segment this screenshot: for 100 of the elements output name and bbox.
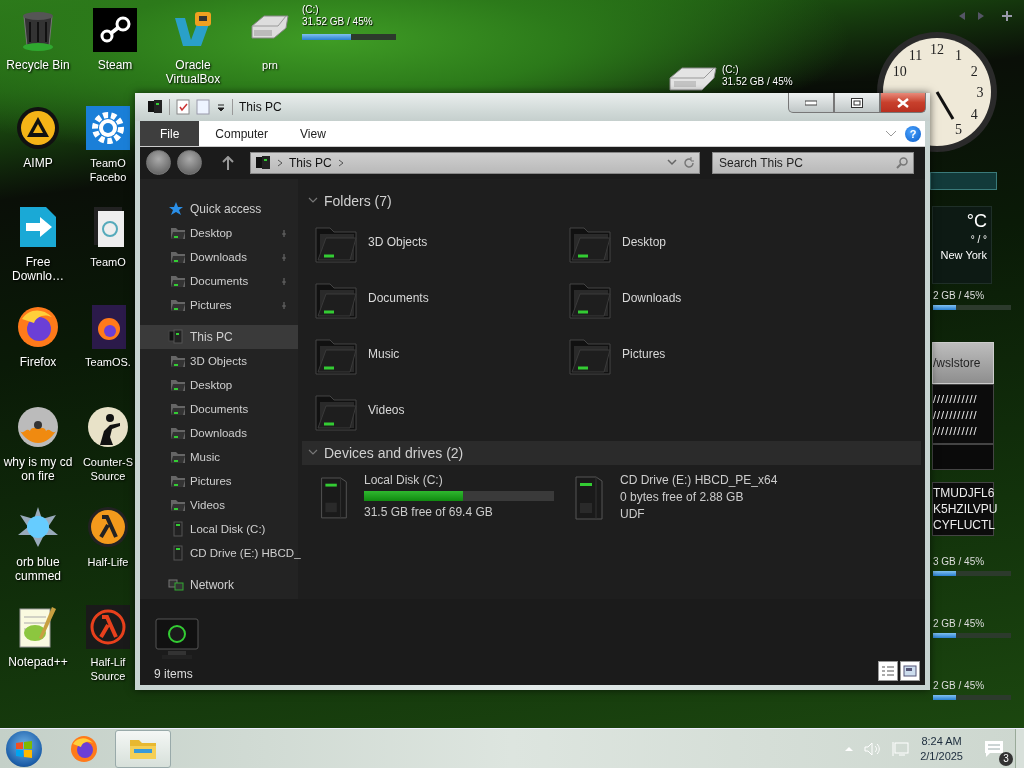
desktop-shortcut[interactable]: orb blue cummed: [0, 505, 76, 583]
maximize-button[interactable]: [834, 93, 880, 113]
drive-label: (C:): [722, 64, 740, 76]
clock-numeral: 5: [955, 122, 962, 138]
circle-logo-icon: [86, 505, 130, 549]
clock-numeral: 3: [976, 85, 984, 100]
chevron-down-icon: [885, 129, 897, 138]
clock-numeral: 12: [930, 42, 944, 57]
maximize-icon: [851, 97, 863, 108]
code-text: CYFLUCTL: [933, 517, 993, 533]
usage-text: 3 GB / 45%: [933, 556, 986, 567]
caret-up-icon: [844, 745, 855, 752]
thumbnail-view-icon: [903, 665, 917, 677]
fox-globe-icon: [16, 305, 60, 349]
folder-item[interactable]: Music: [314, 329, 554, 379]
network-icon: [168, 577, 184, 593]
tree-item[interactable]: 3D Objects: [140, 349, 298, 373]
desktop-shortcut[interactable]: Steam: [77, 8, 153, 72]
desktop-shortcut[interactable]: Free Downlo…: [0, 205, 76, 283]
tree-item[interactable]: Desktop: [140, 221, 298, 245]
caret-icon: [216, 102, 226, 113]
soldier-silhouette-icon: [86, 405, 130, 449]
chevron-right-icon: [337, 158, 344, 167]
ribbon-tab[interactable]: View: [284, 121, 342, 146]
close-button[interactable]: [880, 93, 926, 113]
tree-item[interactable]: Downloads: [140, 421, 298, 445]
back-button[interactable]: [146, 150, 171, 176]
ribbon-tab[interactable]: File: [140, 121, 200, 146]
folder-icon: [170, 377, 186, 393]
desktop-shortcut[interactable]: Notepad++: [0, 605, 76, 669]
checked-document-icon: [176, 99, 190, 116]
minimize-icon: [805, 99, 817, 106]
path-text: /wslstore: [933, 356, 981, 370]
tree-item[interactable]: Quick access: [140, 197, 298, 221]
tree-item[interactable]: Music: [140, 445, 298, 469]
next-icon: [976, 11, 986, 21]
folder-item[interactable]: Videos: [314, 385, 554, 435]
tree-item[interactable]: This PC: [140, 325, 298, 349]
list-view-icon: [881, 665, 895, 677]
thumbnail-view-button[interactable]: [900, 661, 920, 681]
tree-item[interactable]: Pictures: [140, 469, 298, 493]
clock-hand: [935, 91, 955, 120]
computer-icon: [168, 329, 184, 345]
desktop-shortcut[interactable]: prn: [244, 8, 296, 72]
refresh-icon: [683, 156, 695, 169]
desktop-shortcut[interactable]: TeamO Facebo: [82, 106, 134, 184]
desktop-shortcut[interactable]: Counter-S Source: [82, 405, 134, 483]
desktop-shortcut[interactable]: TeamOS.: [82, 305, 134, 369]
desktop-shortcut[interactable]: TeamO: [82, 205, 134, 269]
taskbar-button[interactable]: [115, 729, 171, 768]
chevron-down-icon: [308, 197, 318, 205]
folder-item[interactable]: Pictures: [568, 329, 808, 379]
clock-numeral: 10: [892, 63, 907, 79]
drive-item[interactable]: Local Disk (C:) 31.5 GB free of 69.4 GB: [314, 469, 554, 525]
hard-drive-icon: [668, 64, 718, 94]
folder-item[interactable]: Desktop: [568, 217, 808, 267]
minimize-button[interactable]: [788, 93, 834, 113]
forward-button[interactable]: [177, 150, 202, 176]
spiky-orb-icon: [16, 505, 60, 549]
pin-icon: [280, 301, 288, 309]
desktop-shortcut[interactable]: Recycle Bin: [0, 8, 76, 72]
drive-icon: [170, 545, 186, 561]
desktop-shortcut[interactable]: Firefox: [0, 305, 76, 369]
folder-icon: [170, 497, 186, 513]
tree-item[interactable]: Network: [140, 573, 298, 597]
chevron-down-icon: [667, 159, 677, 167]
folder-item[interactable]: 3D Objects: [314, 217, 554, 267]
tree-item[interactable]: Pictures: [140, 293, 298, 317]
search-field[interactable]: Search This PC: [712, 151, 914, 174]
folder-icon: [170, 353, 186, 369]
computer-icon: [255, 154, 271, 171]
breadcrumb[interactable]: This PC: [289, 155, 332, 170]
monitor-icon: [892, 740, 911, 757]
start-button[interactable]: [6, 730, 42, 767]
desktop-shortcut[interactable]: why is my cd on fire: [0, 405, 76, 483]
desktop-shortcut[interactable]: Half-Life: [82, 505, 134, 569]
desktop-shortcut[interactable]: Half-Lif Source: [82, 605, 134, 683]
desktop-shortcut[interactable]: Oracle VirtualBox: [155, 8, 231, 86]
folder-item[interactable]: Downloads: [568, 273, 808, 323]
usage-text: 31.52 GB / 45%: [302, 16, 373, 28]
tree-item[interactable]: Documents: [140, 397, 298, 421]
chevron-down-icon: [308, 449, 318, 457]
address-bar[interactable]: This PC: [250, 151, 700, 174]
drive-item[interactable]: CD Drive (E:) HBCD_PE_x64 0 bytes free of 2.88 GB UDF: [568, 469, 808, 525]
tree-item[interactable]: Videos: [140, 493, 298, 517]
window-title: This PC: [239, 100, 282, 115]
status-text: 9 items: [154, 667, 194, 681]
clock-numeral: 2: [970, 63, 978, 79]
up-button[interactable]: [222, 155, 234, 170]
fox-globe-icon: [70, 734, 98, 763]
gear-icon: [86, 106, 130, 150]
tree-item[interactable]: Desktop: [140, 373, 298, 397]
tree-item[interactable]: Documents: [140, 269, 298, 293]
desktop-shortcut[interactable]: AIMP: [0, 106, 76, 170]
message-icon: [984, 739, 1004, 758]
ribbon-tab[interactable]: Computer: [199, 121, 285, 146]
tree-item[interactable]: Local Disk (C:): [140, 517, 298, 541]
tree-item[interactable]: Downloads: [140, 245, 298, 269]
hatch-text: ///////////: [933, 424, 979, 439]
folder-item[interactable]: Documents: [314, 273, 554, 323]
